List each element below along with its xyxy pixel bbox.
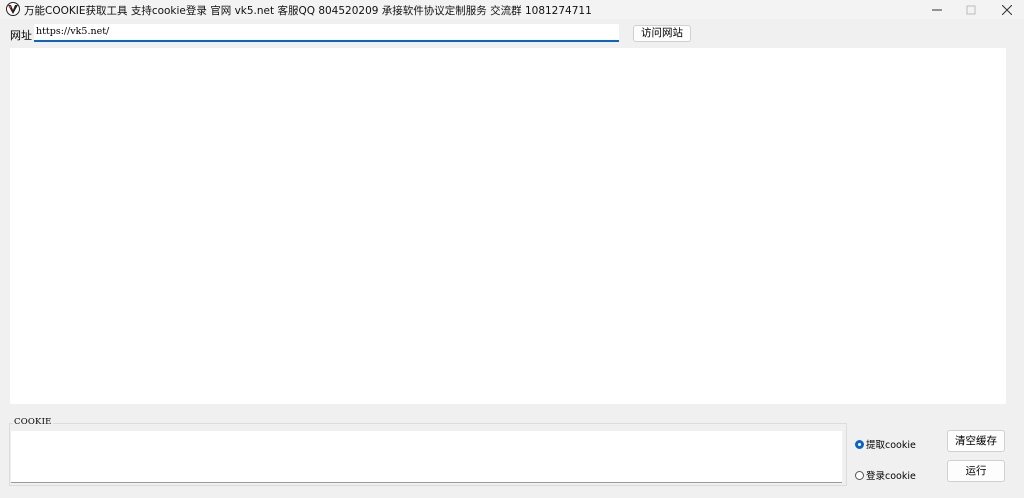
clear-cache-button[interactable]: 清空缓存 — [947, 430, 1005, 452]
cookie-textbox[interactable] — [11, 431, 842, 483]
title-bar: 万能COOKIE获取工具 支持cookie登录 官网 vk5.net 客服QQ … — [0, 0, 1024, 19]
radio-selected-icon — [855, 439, 864, 449]
browser-view[interactable] — [10, 48, 1006, 404]
run-button[interactable]: 运行 — [947, 460, 1005, 482]
minimize-icon — [932, 9, 942, 10]
radio-unselected-icon — [855, 470, 864, 480]
cookie-groupbox-label: COOKIE — [13, 417, 53, 427]
close-icon — [1002, 4, 1012, 15]
close-button[interactable] — [990, 0, 1024, 19]
window-title: 万能COOKIE获取工具 支持cookie登录 官网 vk5.net 客服QQ … — [24, 5, 592, 17]
app-logo-icon — [6, 2, 20, 16]
extract-cookie-radio[interactable]: 提取cookie — [855, 437, 916, 451]
login-cookie-radio[interactable]: 登录cookie — [855, 468, 916, 482]
extract-cookie-label: 提取cookie — [866, 440, 916, 451]
maximize-icon — [966, 5, 976, 14]
visit-site-button[interactable]: 访问网站 — [633, 25, 691, 42]
minimize-button[interactable] — [920, 0, 954, 19]
window-bottom-edge — [0, 493, 1024, 498]
login-cookie-label: 登录cookie — [866, 471, 916, 482]
maximize-button[interactable] — [954, 0, 988, 19]
url-label: 网址 — [10, 29, 32, 42]
url-input[interactable]: https://vk5.net/ — [34, 24, 619, 42]
